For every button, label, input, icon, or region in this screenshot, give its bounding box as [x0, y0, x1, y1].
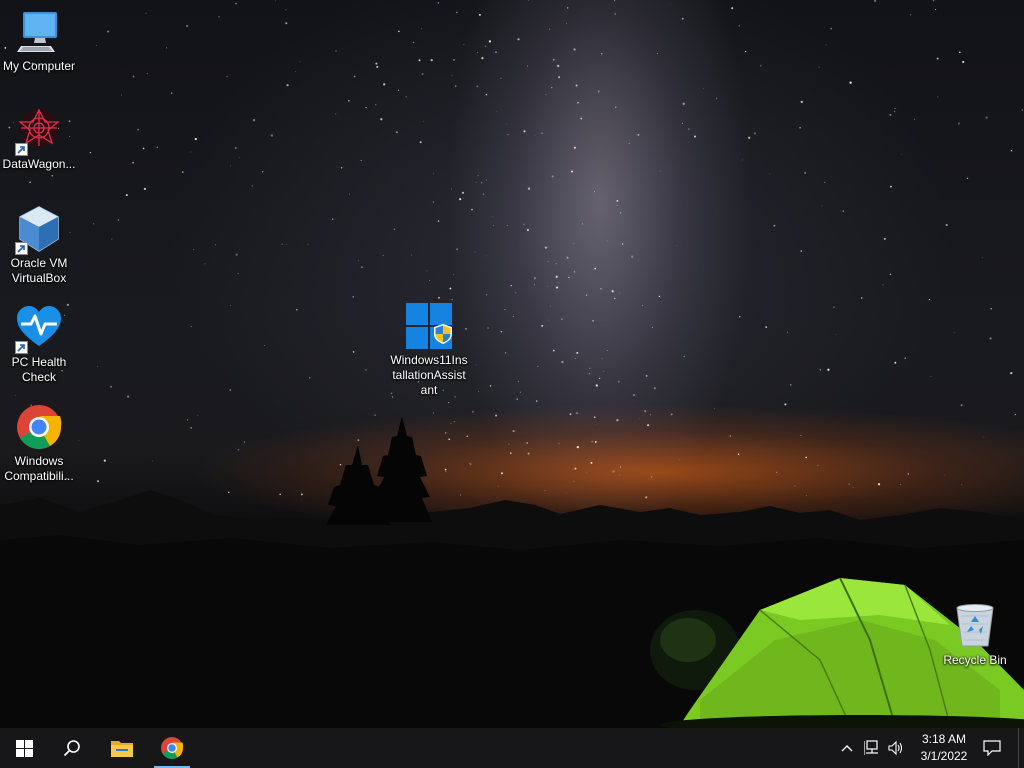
desktop-icon-label: DataWagon... — [2, 157, 76, 171]
search-icon — [63, 740, 80, 757]
desktop-icon-oracle-vm-virtualbox[interactable]: Oracle VM VirtualBox — [0, 205, 78, 286]
volume-icon — [888, 740, 903, 756]
heart-pulse-icon — [15, 304, 63, 354]
chrome-icon — [15, 403, 63, 451]
taskbar-clock[interactable]: 3:18 AM 3/1/2022 — [908, 728, 980, 768]
datawagon-logo-icon — [15, 106, 63, 156]
clock-time: 3:18 AM — [921, 732, 967, 746]
volume-button[interactable] — [884, 728, 908, 768]
show-hidden-icons-button[interactable] — [836, 728, 858, 768]
start-button[interactable] — [0, 728, 48, 768]
show-desktop-button[interactable] — [1018, 728, 1024, 768]
desktop-icon-label: Oracle VM VirtualBox — [10, 256, 68, 285]
desktop-icon-label: Windows11InstallationAssistant — [390, 353, 468, 397]
windows-logo-icon — [405, 302, 453, 350]
search-button[interactable] — [48, 728, 96, 768]
taskbar-file-explorer[interactable] — [98, 728, 146, 768]
desktop-icon-my-computer[interactable]: My Computer — [0, 8, 78, 74]
windows-logo-icon — [15, 739, 33, 757]
clock-date: 3/1/2022 — [920, 749, 968, 763]
virtualbox-icon — [15, 205, 63, 255]
landscape-silhouette — [0, 416, 1024, 728]
taskbar: 3:18 AM 3/1/2022 — [0, 728, 1024, 768]
desktop-icon-recycle-bin[interactable]: Recycle Bin — [936, 602, 1014, 668]
action-center-button[interactable] — [978, 728, 1006, 768]
desktop-icon-label: PC Health Check — [11, 355, 67, 384]
desktop-icon-windows11-installation-assistant[interactable]: Windows11InstallationAssistant — [389, 302, 469, 398]
folder-icon — [111, 741, 133, 757]
desktop-wallpaper[interactable] — [0, 0, 1024, 728]
desktop-icon-datawagon[interactable]: DataWagon... — [0, 106, 78, 172]
taskbar-chrome[interactable] — [148, 728, 196, 768]
network-icon — [864, 740, 878, 755]
desktop-icon-label: My Computer — [2, 59, 76, 73]
action-center-icon — [983, 740, 1001, 756]
desktop-icon-label: Recycle Bin — [943, 653, 1007, 667]
shortcut-arrow-icon — [15, 143, 28, 156]
desktop-icon-label: Windows Compatibili... — [4, 454, 74, 483]
uac-shield-icon — [433, 323, 453, 350]
shortcut-arrow-icon — [15, 341, 28, 354]
shortcut-arrow-icon — [15, 242, 28, 255]
chrome-icon — [161, 737, 184, 759]
desktop-icon-windows-compatibility[interactable]: Windows Compatibili... — [0, 403, 78, 484]
chevron-up-icon — [841, 745, 853, 752]
recycle-bin-icon — [951, 602, 999, 650]
desktop-icon-pc-health-check[interactable]: PC Health Check — [0, 304, 78, 385]
monitor-icon — [15, 8, 63, 56]
network-button[interactable] — [860, 728, 884, 768]
